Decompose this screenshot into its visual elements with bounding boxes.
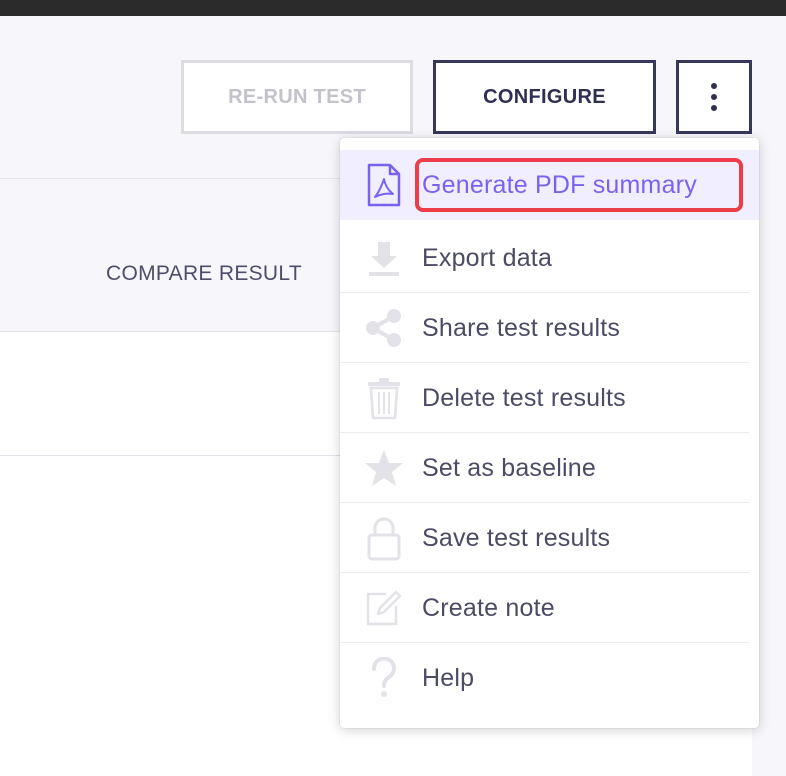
highlight-box	[415, 158, 743, 212]
more-options-dropdown-menu: Generate PDF summary Export data Share t…	[340, 138, 759, 728]
menu-item-label: Share test results	[422, 313, 621, 342]
menu-item-label: Create note	[422, 593, 555, 622]
share-icon	[364, 306, 404, 350]
menu-item-label: Help	[422, 663, 475, 692]
pdf-file-icon	[364, 163, 404, 207]
menu-item-set-as-baseline[interactable]: Set as baseline	[340, 433, 759, 503]
menu-item-export-data[interactable]: Export data	[340, 223, 759, 293]
question-icon	[364, 656, 404, 700]
configure-button[interactable]: CONFIGURE	[433, 60, 656, 134]
compare-result-column-header[interactable]: COMPARE RESULT	[106, 262, 302, 286]
menu-item-share-test-results[interactable]: Share test results	[340, 293, 759, 363]
more-options-button[interactable]	[676, 60, 752, 134]
menu-item-label: Delete test results	[422, 383, 626, 412]
menu-item-help[interactable]: Help	[340, 643, 759, 713]
lock-icon	[364, 516, 404, 561]
edit-note-icon	[364, 586, 404, 630]
trash-icon	[364, 376, 404, 420]
menu-item-label: Export data	[422, 243, 553, 272]
download-icon	[364, 236, 404, 280]
menu-item-save-test-results[interactable]: Save test results	[340, 503, 759, 573]
kebab-menu-icon	[711, 83, 717, 111]
menu-item-label: Save test results	[422, 523, 611, 552]
menu-item-create-note[interactable]: Create note	[340, 573, 759, 643]
window-top-bar	[0, 0, 786, 16]
menu-item-generate-pdf-summary[interactable]: Generate PDF summary	[340, 150, 759, 220]
menu-item-label: Set as baseline	[422, 453, 596, 482]
rerun-test-button[interactable]: RE-RUN TEST	[181, 60, 413, 134]
menu-item-delete-test-results[interactable]: Delete test results	[340, 363, 759, 433]
star-icon	[364, 446, 404, 490]
